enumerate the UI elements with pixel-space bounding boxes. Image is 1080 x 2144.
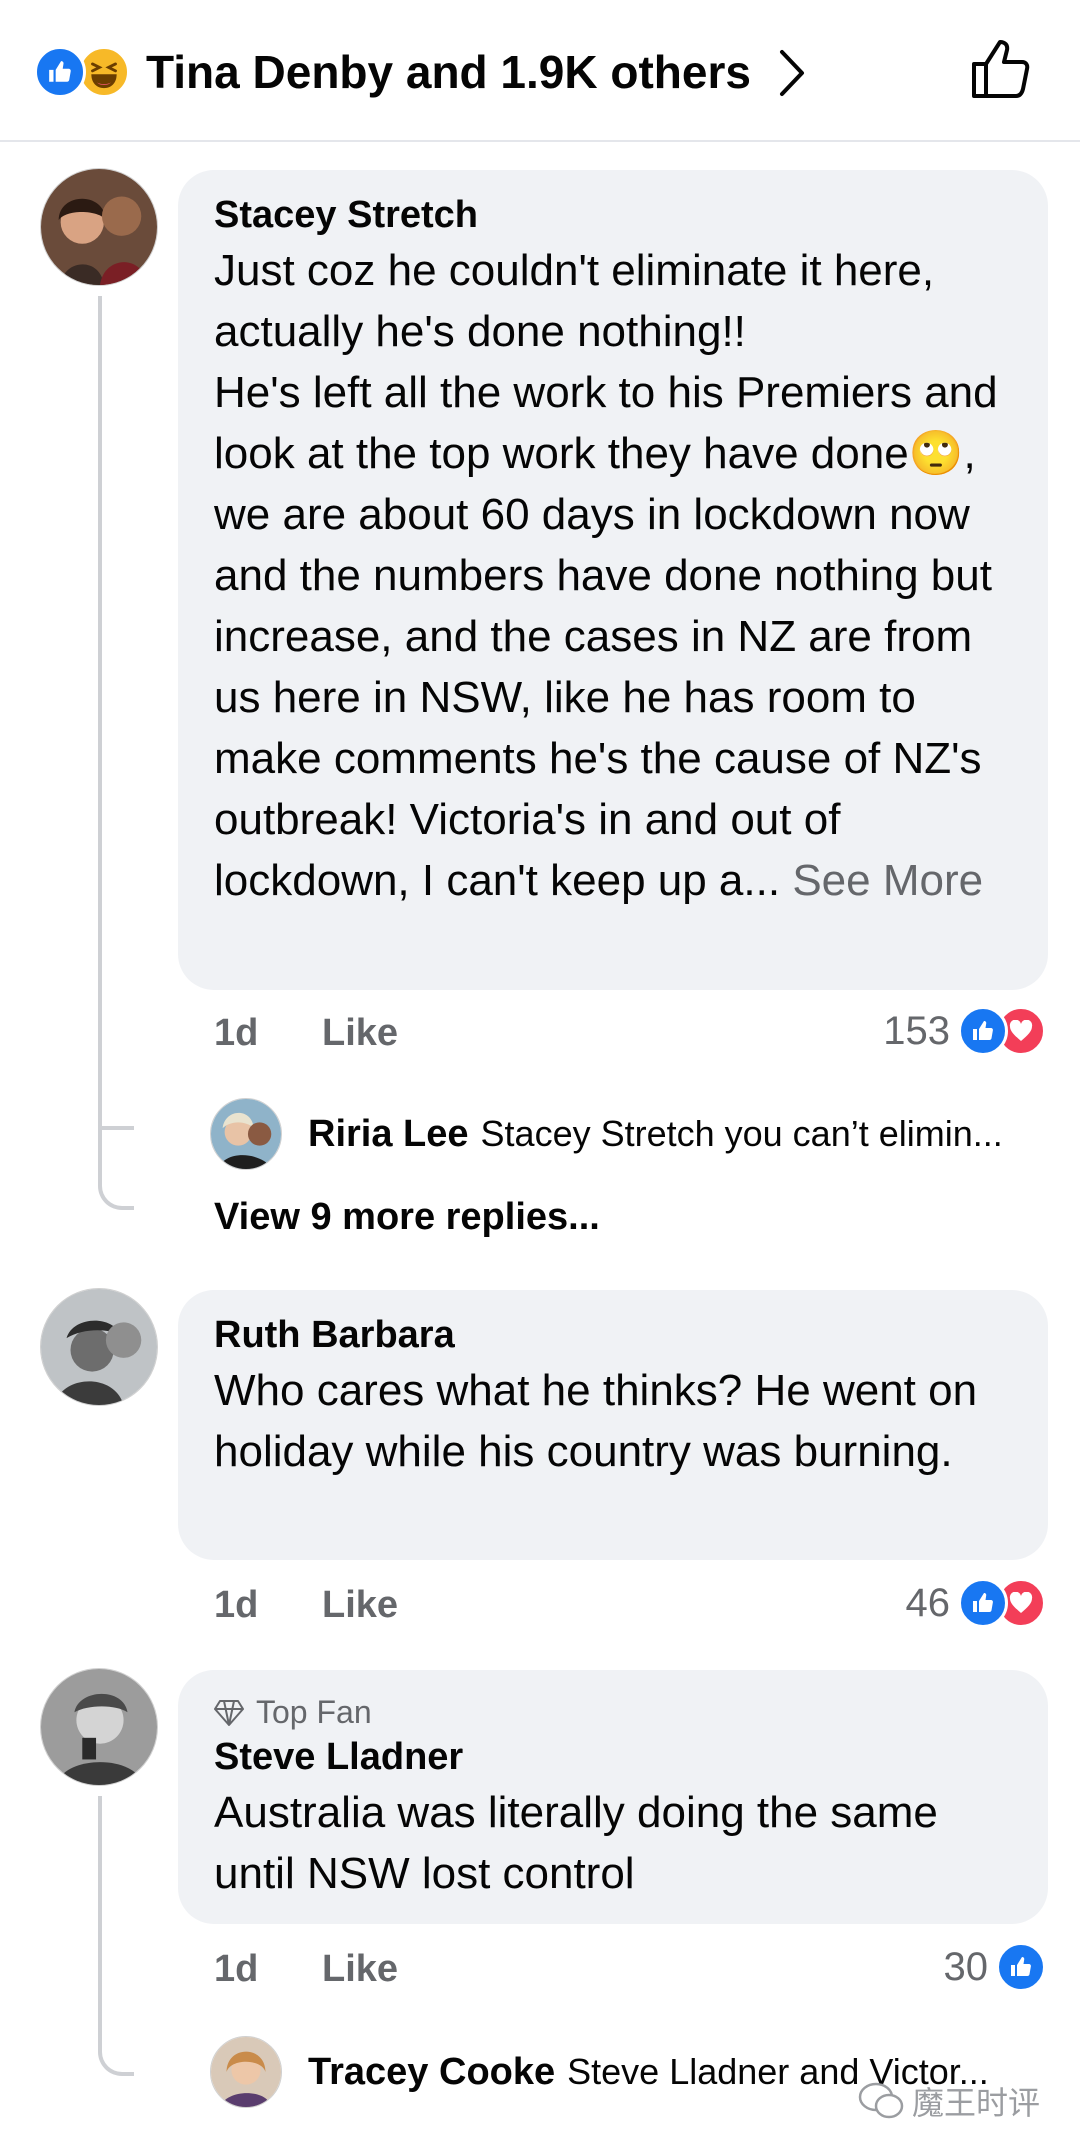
avatar-ruth-barbara[interactable] — [40, 1288, 158, 1406]
reply-author[interactable]: Tracey Cooke — [308, 2051, 555, 2093]
avatar-riria-lee[interactable] — [210, 1098, 282, 1170]
thumbs-up-icon[interactable] — [966, 34, 1036, 104]
like-icon — [958, 1006, 1008, 1056]
reaction-count: 153 — [883, 1008, 950, 1053]
top-fan-label: Top Fan — [256, 1694, 372, 1730]
reply-preview[interactable]: Riria Lee Stacey Stretch you can’t elimin… — [210, 1098, 1003, 1170]
comment-text: Just coz he couldn't eliminate it here, … — [214, 240, 1012, 911]
diamond-icon — [214, 1700, 244, 1726]
view-more-replies-link[interactable]: View 9 more replies... — [214, 1196, 600, 1239]
like-button[interactable]: Like — [322, 1012, 398, 1055]
reaction-summary[interactable]: 153 — [883, 1006, 1046, 1056]
comment-actions: 1d Like — [214, 1012, 514, 1058]
comment-time: 1d — [214, 1012, 259, 1054]
like-icon — [958, 1578, 1008, 1628]
comment-author[interactable]: Steve Lladner — [214, 1734, 1012, 1780]
thread-line-branch — [98, 296, 134, 1130]
comment-bubble[interactable]: Top Fan Steve Lladner Australia was lite… — [178, 1670, 1048, 1924]
watermark-text: 魔王时评 — [911, 2085, 1040, 2121]
liker-summary[interactable]: Tina Denby and 1.9K others — [146, 44, 751, 100]
comment-text: Who cares what he thinks? He went on hol… — [214, 1366, 978, 1476]
see-more-link[interactable]: See More — [792, 856, 983, 905]
avatar-tracey-cooke[interactable] — [210, 2036, 282, 2108]
reaction-count: 30 — [943, 1944, 989, 1989]
top-fan-badge: Top Fan — [214, 1692, 1012, 1732]
thread-line — [98, 1796, 134, 2076]
like-icon — [34, 46, 86, 98]
like-button[interactable]: Like — [322, 1584, 398, 1627]
reactions-header[interactable]: Tina Denby and 1.9K others — [0, 0, 1080, 142]
comment-actions: 1d Like — [214, 1584, 514, 1630]
avatar-stacey-stretch[interactable] — [40, 168, 158, 286]
avatar-steve-lladner[interactable] — [40, 1668, 158, 1786]
comment-actions: 1d Like — [214, 1948, 514, 1994]
reply-text-line: Riria Lee Stacey Stretch you can’t elimin… — [308, 1098, 1003, 1170]
comment-text: Australia was literally doing the same u… — [214, 1788, 938, 1898]
chevron-right-icon[interactable] — [772, 46, 812, 100]
reply-snippet: Stacey Stretch you can’t elimin... — [480, 1113, 1003, 1154]
reaction-summary[interactable]: 30 — [943, 1942, 1046, 1992]
comments-screen: Tina Denby and 1.9K others Stacey Stretc… — [0, 0, 1080, 2144]
wechat-icon — [858, 2082, 904, 2119]
reply-author[interactable]: Riria Lee — [308, 1113, 469, 1155]
comment-text-content: Just coz he couldn't eliminate it here, … — [214, 246, 998, 905]
reaction-summary[interactable]: 46 — [905, 1578, 1046, 1628]
reaction-count: 46 — [905, 1580, 951, 1625]
comment-time: 1d — [214, 1948, 259, 1990]
comment-bubble[interactable]: Ruth Barbara Who cares what he thinks? H… — [178, 1290, 1048, 1560]
like-button[interactable]: Like — [322, 1948, 398, 1991]
like-icon — [996, 1942, 1046, 1992]
comment-author[interactable]: Ruth Barbara — [214, 1312, 1012, 1358]
reaction-icons — [34, 46, 134, 98]
comment-time: 1d — [214, 1584, 259, 1626]
comment-bubble[interactable]: Stacey Stretch Just coz he couldn't elim… — [178, 170, 1048, 990]
watermark: 魔王时评 — [858, 2078, 1040, 2124]
comment-author[interactable]: Stacey Stretch — [214, 192, 1012, 238]
